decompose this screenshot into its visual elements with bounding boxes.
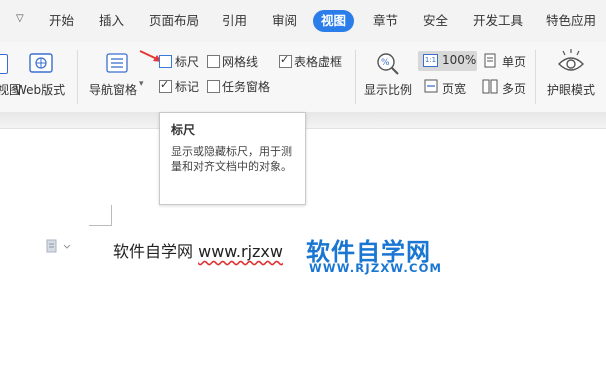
- multi-page-icon[interactable]: [482, 79, 498, 97]
- page-width-icon[interactable]: [424, 79, 438, 96]
- zoom-button[interactable]: 显示比例: [364, 81, 412, 98]
- separator: [355, 50, 356, 104]
- table-gridlines-checkbox[interactable]: [279, 53, 292, 68]
- eye-mode-button[interactable]: 护眼模式: [547, 81, 595, 98]
- chevron-down-icon[interactable]: ▽: [16, 13, 24, 24]
- actual-size-icon: 1:1: [423, 54, 438, 67]
- tab-home[interactable]: 开始: [49, 10, 74, 32]
- page-width-button[interactable]: 页宽: [442, 80, 466, 97]
- markup-checkbox[interactable]: [159, 78, 172, 93]
- gridlines-label: 网格线: [222, 55, 259, 69]
- eye-icon[interactable]: [557, 48, 585, 77]
- tab-developer[interactable]: 开发工具: [473, 10, 523, 32]
- tab-special[interactable]: 特色应用: [546, 10, 596, 32]
- web-layout-button[interactable]: Web版式: [15, 81, 65, 98]
- dropdown-arrow-icon[interactable]: ▾: [139, 79, 144, 89]
- watermark-url: WWW.RJZXW.COM: [309, 261, 443, 275]
- paragraph-marker-icon[interactable]: [46, 239, 72, 256]
- tooltip-title: 标尺: [171, 123, 196, 137]
- web-layout-icon[interactable]: [29, 53, 53, 76]
- ribbon-tab-bar: ▽ 开始 插入 页面布局 引用 审阅 视图 章节 安全 开发工具 特色应用: [0, 0, 606, 42]
- tab-insert[interactable]: 插入: [99, 10, 124, 32]
- tab-security[interactable]: 安全: [423, 10, 448, 32]
- zoom-icon[interactable]: %: [375, 52, 401, 79]
- tab-view[interactable]: 视图: [313, 10, 355, 32]
- page-margin-corner: [89, 205, 112, 226]
- read-mode-icon[interactable]: [0, 54, 8, 74]
- navigation-pane-button[interactable]: 导航窗格: [89, 81, 137, 98]
- ribbon-panel: 视图 Web版式 导航窗格 ▾ 标尺 网格线 表格虚框 标记 任务窗格 % 显示…: [0, 42, 606, 112]
- gridlines-checkbox[interactable]: [207, 55, 220, 68]
- multi-page-button[interactable]: 多页: [502, 80, 526, 97]
- ruler-tooltip: 标尺 显示或隐藏标尺，用于测量和对齐文档中的对象。: [159, 112, 306, 205]
- zoom-100-label: 100%: [442, 53, 477, 67]
- document-url-text: www.rjzxw: [198, 242, 283, 261]
- single-page-icon[interactable]: [484, 53, 496, 71]
- svg-text:%: %: [381, 58, 390, 68]
- task-pane-checkbox[interactable]: [207, 80, 220, 93]
- tab-chapter[interactable]: 章节: [373, 10, 398, 32]
- tab-references[interactable]: 引用: [222, 10, 247, 32]
- ruler-checkbox[interactable]: [159, 55, 172, 68]
- single-page-button[interactable]: 单页: [502, 53, 526, 70]
- navigation-pane-icon[interactable]: [106, 53, 128, 76]
- document-text: 软件自学网: [113, 242, 194, 261]
- tooltip-description: 显示或隐藏标尺，用于测量和对齐文档中的对象。: [171, 145, 292, 173]
- separator: [77, 50, 78, 104]
- table-gridlines-label: 表格虚框: [294, 55, 343, 69]
- ruler-label: 标尺: [175, 55, 200, 69]
- document-body-text[interactable]: 软件自学网 www.rjzxw: [113, 238, 283, 262]
- separator: [535, 50, 536, 104]
- task-pane-label: 任务窗格: [222, 80, 271, 94]
- tab-review[interactable]: 审阅: [272, 10, 297, 32]
- tab-page-layout[interactable]: 页面布局: [149, 10, 199, 32]
- markup-label: 标记: [175, 80, 200, 94]
